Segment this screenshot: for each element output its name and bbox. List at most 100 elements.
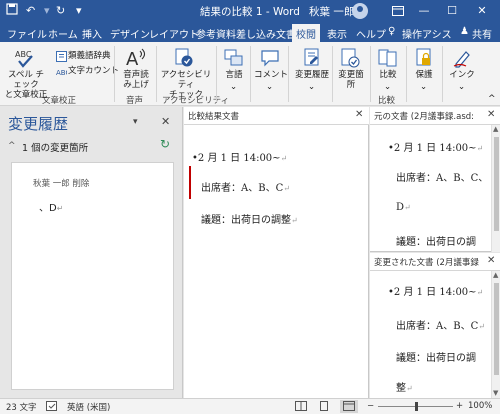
chevron-down-icon[interactable]: ⌄ bbox=[266, 82, 273, 92]
chevron-down-icon[interactable]: ⌄ bbox=[384, 82, 391, 92]
ink-button[interactable]: インク bbox=[448, 70, 476, 80]
ribbon: ABC スペル チェック と文章校正 類義語辞典 ABC 文字カウント 文章校正… bbox=[0, 42, 500, 106]
status-bar: 23 文字 英語 (米国) − + 100% bbox=[0, 398, 500, 414]
chevron-up-icon[interactable]: ^ bbox=[8, 141, 16, 151]
pane-title: 比較結果文書 bbox=[188, 112, 240, 122]
tab-share[interactable]: 共有 bbox=[472, 26, 492, 41]
scroll-up-icon[interactable]: ▲ bbox=[493, 271, 498, 279]
refresh-icon[interactable]: ↻ bbox=[160, 137, 170, 151]
document-line[interactable]: 整↵ bbox=[396, 379, 413, 394]
scrollbar-thumb[interactable] bbox=[494, 137, 499, 231]
scroll-down-icon[interactable]: ▼ bbox=[493, 389, 498, 397]
group-divider bbox=[114, 46, 115, 102]
zoom-out-button[interactable]: − bbox=[367, 401, 374, 411]
group-label-speech: 音声 bbox=[126, 96, 144, 106]
lightbulb-icon: ♀ bbox=[388, 26, 396, 37]
tab-insert[interactable]: 挿入 bbox=[82, 26, 102, 41]
word-count-status[interactable]: 23 文字 bbox=[6, 401, 37, 413]
compared-document-pane: 比較結果文書 ✕ •2 月 1 日 14:00~↵ 出席者：A、B、C↵ 議題：… bbox=[184, 107, 369, 398]
close-icon[interactable]: ✕ bbox=[355, 109, 363, 120]
document-line[interactable]: 出席者：A、B、C↵ bbox=[396, 317, 485, 332]
ink-icon bbox=[452, 48, 472, 68]
read-aloud-icon: A bbox=[125, 46, 147, 70]
zoom-slider-thumb[interactable] bbox=[414, 402, 418, 411]
chevron-down-icon[interactable]: ⌄ bbox=[230, 82, 237, 92]
svg-text:A: A bbox=[126, 49, 139, 70]
tab-tell-me[interactable]: 操作アシス bbox=[402, 26, 452, 41]
collapse-ribbon-icon[interactable]: ^ bbox=[488, 94, 496, 104]
maximize-icon[interactable]: ☐ bbox=[440, 0, 464, 22]
revisions-pane: 変更履歴 ▾ ✕ ^ 1 個の変更箇所 ↻ 秋葉 一郎 削除 、D↵ bbox=[0, 107, 183, 398]
document-line[interactable]: 議題：出荷日の調 bbox=[396, 233, 476, 248]
revised-document-pane: 変更された文書 (2月議事録 ✕ •2 月 1 日 14:00~↵ 出席者：A、… bbox=[370, 253, 500, 398]
chevron-down-icon[interactable]: ⌄ bbox=[308, 82, 315, 92]
tab-view[interactable]: 表示 bbox=[327, 26, 347, 41]
group-divider bbox=[288, 46, 289, 102]
tab-layout[interactable]: レイアウト bbox=[149, 26, 199, 41]
pane-options-icon[interactable]: ▾ bbox=[133, 117, 138, 127]
ribbon-display-icon[interactable] bbox=[386, 0, 410, 22]
group-divider bbox=[156, 46, 157, 102]
avatar[interactable] bbox=[352, 3, 368, 19]
group-label-accessibility: アクセシビリティ bbox=[162, 96, 230, 106]
scrollbar[interactable]: ▲ ▼ bbox=[491, 271, 500, 398]
scroll-up-icon[interactable]: ▲ bbox=[493, 125, 498, 133]
print-layout-icon[interactable] bbox=[318, 401, 330, 414]
document-line[interactable]: •2 月 1 日 14:00~↵ bbox=[388, 139, 483, 154]
share-icon[interactable]: ♟ bbox=[460, 26, 469, 37]
title-bar: ↶ ▾ ↻ ▾ 結果の比較 1 - Word 秋葉 一郎 — ☐ ✕ bbox=[0, 0, 500, 22]
tab-references[interactable]: 参考資料 bbox=[196, 26, 236, 41]
redo-icon[interactable]: ↻ bbox=[56, 3, 65, 19]
close-icon[interactable]: ✕ bbox=[470, 0, 494, 22]
track-changes-button[interactable]: 変更履歴 bbox=[292, 70, 332, 80]
group-label-proofing: 文章校正 bbox=[42, 96, 77, 106]
tab-design[interactable]: デザイン bbox=[110, 26, 150, 41]
spell-check-icon: ABC bbox=[14, 48, 36, 70]
tab-help[interactable]: ヘルプ bbox=[356, 26, 386, 41]
save-icon[interactable] bbox=[6, 3, 18, 20]
read-mode-icon[interactable] bbox=[295, 401, 307, 414]
revisions-pane-title: 変更履歴 bbox=[8, 115, 69, 133]
proofing-status-icon[interactable] bbox=[46, 401, 58, 414]
user-name[interactable]: 秋葉 一郎 bbox=[309, 4, 354, 19]
chevron-down-icon[interactable]: ⌄ bbox=[420, 82, 427, 92]
word-count-button[interactable]: 文字カウント bbox=[68, 66, 119, 76]
tab-review[interactable]: 校閲 bbox=[292, 24, 320, 42]
customize-icon[interactable]: ▾ bbox=[76, 3, 82, 19]
tab-file[interactable]: ファイル bbox=[7, 26, 47, 41]
chevron-down-icon[interactable]: ▾ bbox=[44, 3, 50, 19]
document-line[interactable]: 議題：出荷日の調整↵ bbox=[201, 211, 298, 226]
language-status[interactable]: 英語 (米国) bbox=[67, 401, 110, 413]
document-line[interactable]: 出席者：A、B、C、 bbox=[396, 169, 488, 184]
word-count-icon: ABC bbox=[56, 66, 70, 77]
tab-mailings[interactable]: 差し込み文書 bbox=[236, 26, 296, 41]
document-line[interactable]: 議題：出荷日の調 bbox=[396, 349, 476, 364]
pane-header: 元の文書 (2月議事録.asd: ✕ bbox=[370, 107, 500, 125]
read-aloud-button[interactable]: 音声読 み上げ bbox=[119, 70, 153, 90]
compare-button[interactable]: 比較 bbox=[374, 70, 402, 80]
protect-button[interactable]: 保護 bbox=[410, 70, 438, 80]
zoom-in-button[interactable]: + bbox=[456, 401, 463, 411]
document-line[interactable]: •2 月 1 日 14:00~↵ bbox=[388, 283, 483, 298]
close-icon[interactable]: ✕ bbox=[161, 115, 170, 128]
document-line[interactable]: 出席者：A、B、C↵ bbox=[201, 179, 290, 194]
zoom-level[interactable]: 100% bbox=[468, 401, 492, 411]
comment-button[interactable]: コメント bbox=[254, 70, 288, 80]
thesaurus-button[interactable]: 類義語辞典 bbox=[68, 51, 111, 61]
revision-change-text: 、D↵ bbox=[39, 203, 64, 214]
scrollbar[interactable]: ▲ bbox=[491, 125, 500, 252]
scrollbar-thumb[interactable] bbox=[494, 283, 499, 375]
tab-home[interactable]: ホーム bbox=[48, 26, 78, 41]
minimize-icon[interactable]: — bbox=[412, 0, 436, 22]
document-line[interactable]: •2 月 1 日 14:00~↵ bbox=[192, 149, 287, 164]
undo-icon[interactable]: ↶ bbox=[26, 3, 35, 19]
close-icon[interactable]: ✕ bbox=[487, 255, 495, 266]
language-button[interactable]: 言語 bbox=[222, 70, 246, 80]
chevron-down-icon[interactable]: ⌄ bbox=[458, 82, 465, 92]
ribbon-tabs: ファイル ホーム 挿入 デザイン レイアウト 参考資料 差し込み文書 校閲 表示… bbox=[0, 22, 500, 42]
accept-changes-button[interactable]: 変更箇 所 bbox=[336, 70, 366, 90]
close-icon[interactable]: ✕ bbox=[487, 109, 495, 120]
revision-item[interactable]: 秋葉 一郎 削除 、D↵ bbox=[11, 162, 174, 390]
document-line[interactable]: D↵ bbox=[396, 202, 411, 213]
web-layout-icon[interactable] bbox=[340, 400, 358, 413]
